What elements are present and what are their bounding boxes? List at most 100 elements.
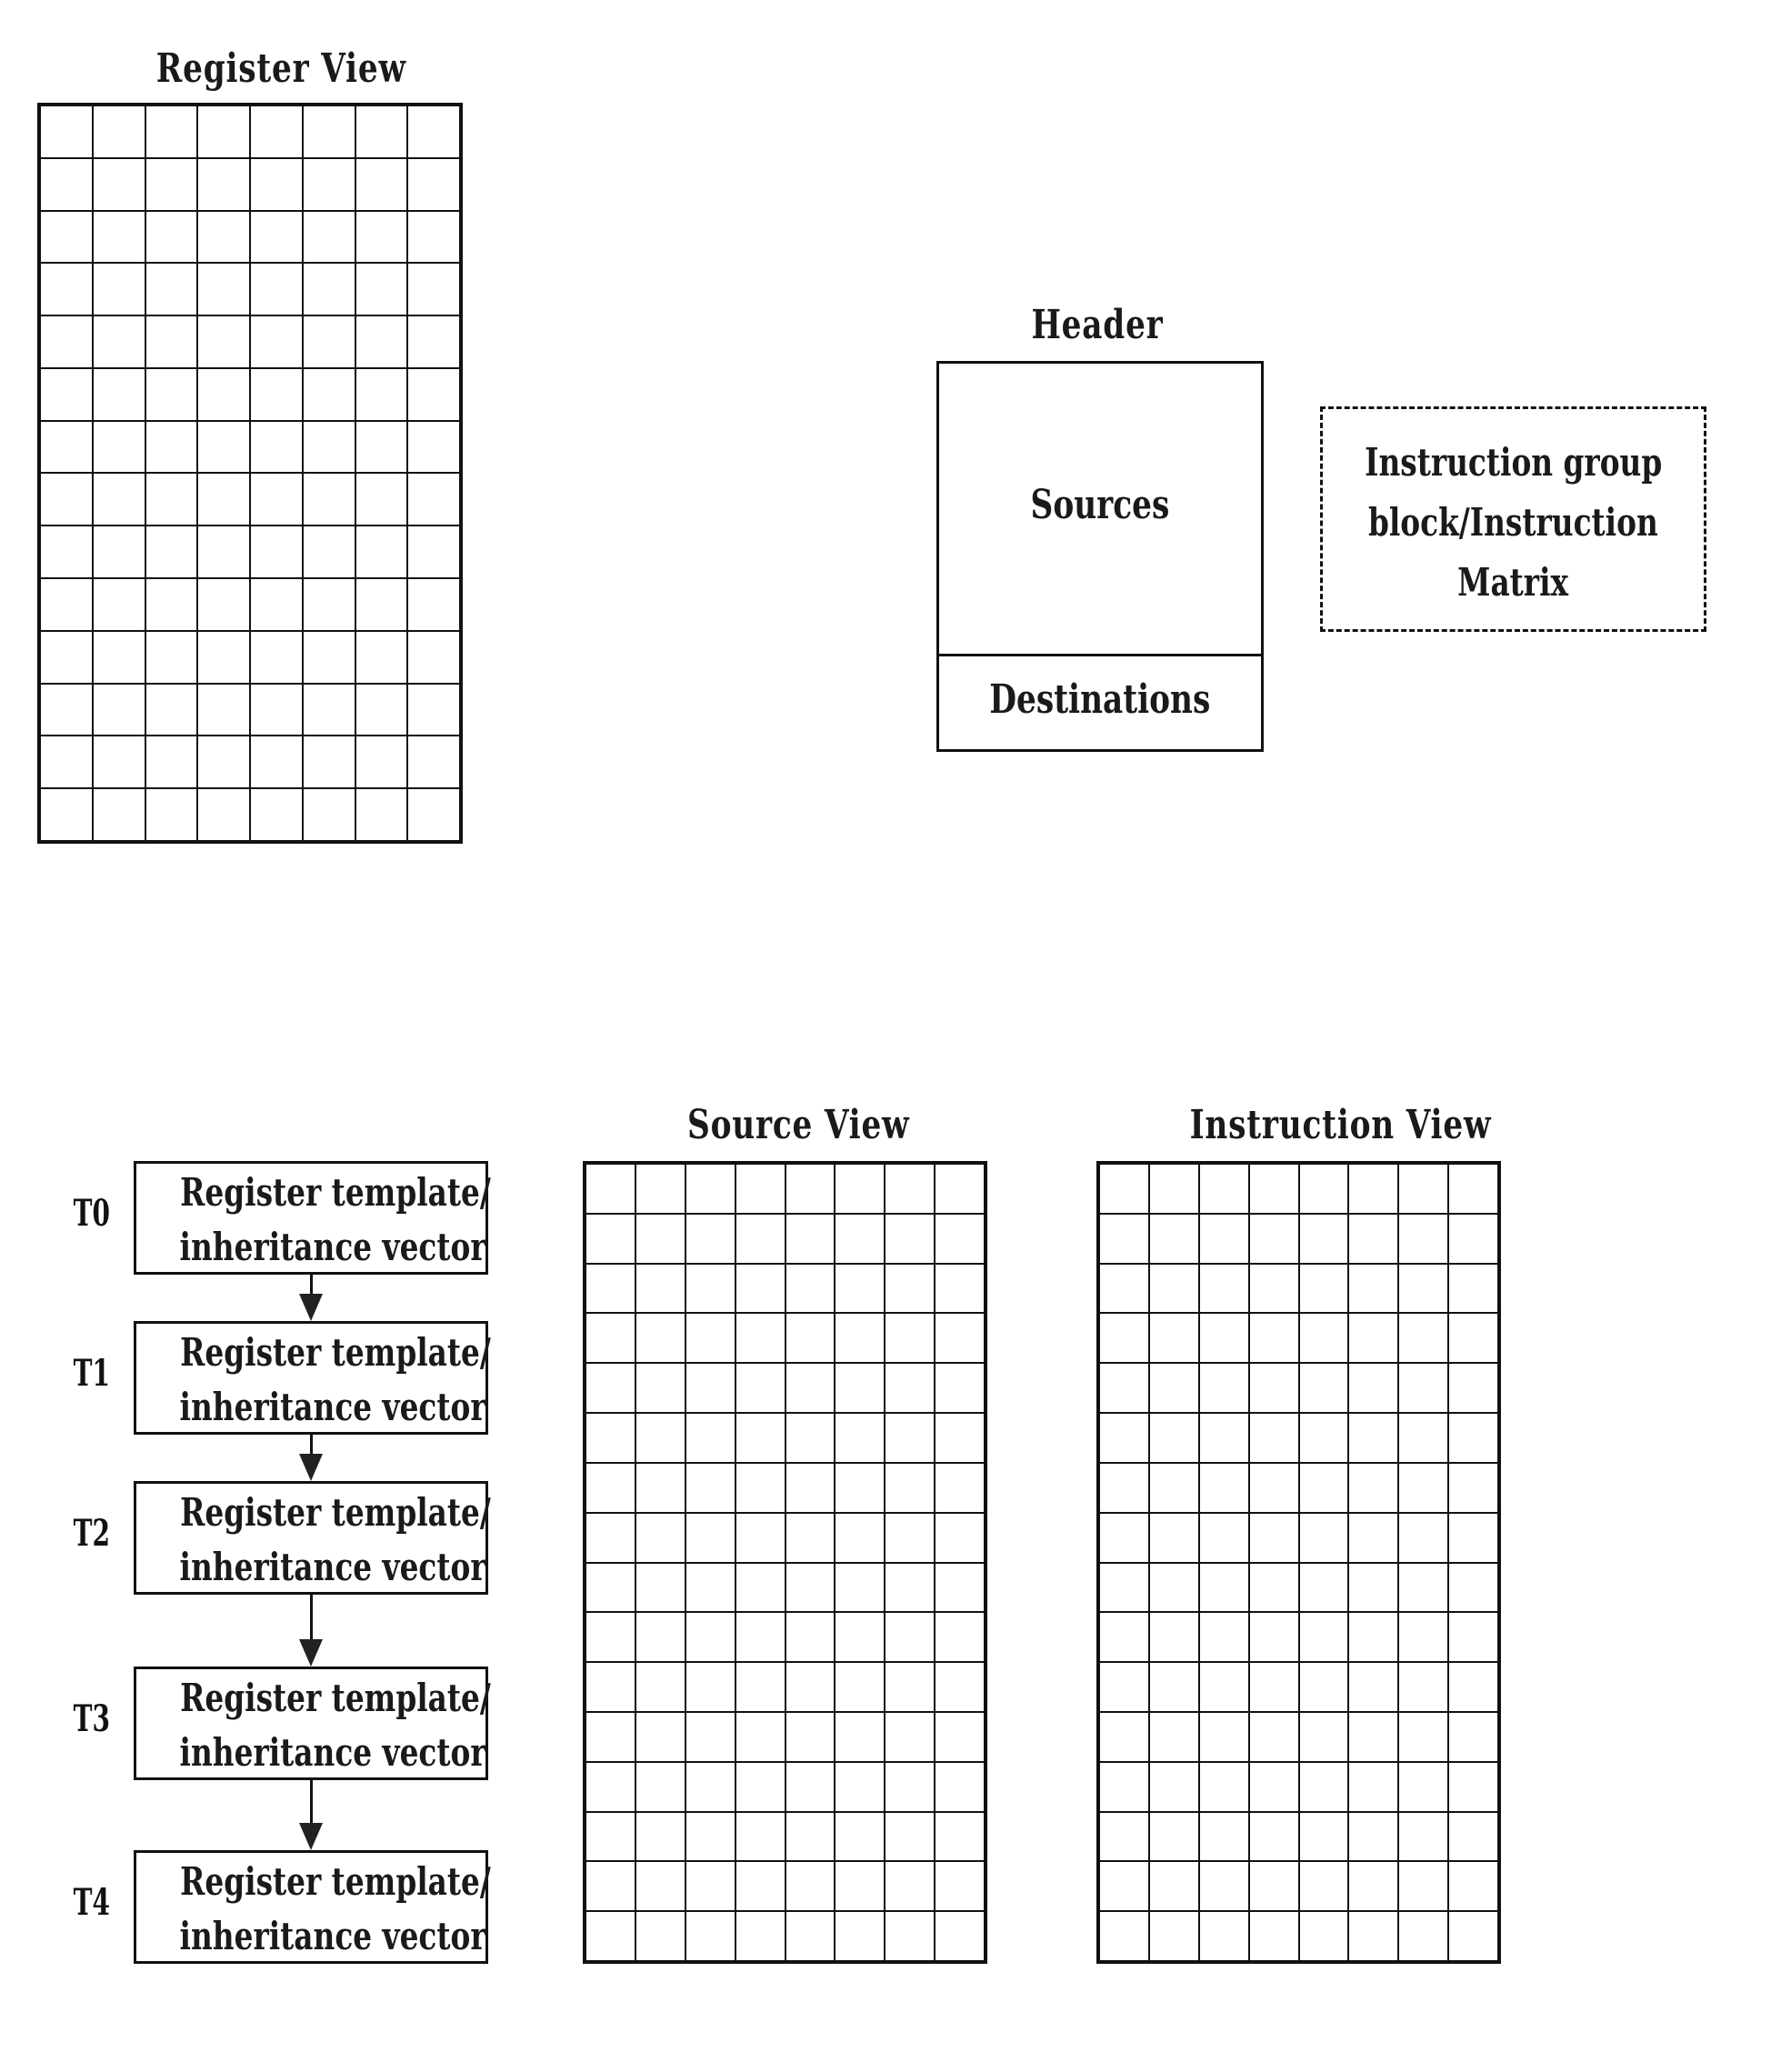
source-view-cell: [585, 1811, 635, 1862]
instruction-view-cell: [1248, 1213, 1299, 1264]
instruction-view-cell: [1348, 1811, 1399, 1862]
source-view-cell: [785, 1911, 835, 1961]
instruction-view-cell: [1298, 1263, 1349, 1314]
instruction-view-cell: [1398, 1164, 1449, 1214]
register-view-cell: [40, 157, 93, 211]
source-view-cell: [885, 1313, 936, 1364]
register-view-cell: [197, 473, 250, 526]
source-view-cell: [835, 1911, 886, 1961]
instruction-view-cell: [1448, 1811, 1498, 1862]
time-label: T4: [73, 1881, 110, 1924]
register-view-cell: [197, 420, 250, 474]
register-view-cell: [40, 473, 93, 526]
template-label-line-2: inheritance vector: [179, 1914, 486, 1958]
register-view-cell: [355, 367, 408, 421]
instruction-view-cell: [1398, 1911, 1449, 1961]
register-view-cell: [92, 367, 145, 421]
source-view-cell: [635, 1612, 685, 1663]
instruction-view-cell: [1448, 1462, 1498, 1513]
source-view-cell: [735, 1911, 785, 1961]
register-view-cell: [145, 367, 198, 421]
source-view-cell: [685, 1462, 735, 1513]
register-view-cell: [92, 788, 145, 841]
template-label-line-2: inheritance vector: [179, 1545, 486, 1589]
instruction-view-cell: [1099, 1662, 1149, 1712]
register-view-cell: [197, 315, 250, 368]
instruction-view-cell: [1099, 1413, 1149, 1463]
instruction-view-cell: [1198, 1313, 1249, 1364]
instruction-view-cell: [1148, 1462, 1199, 1513]
instruction-view-cell: [1198, 1811, 1249, 1862]
register-view-cell: [407, 105, 460, 158]
register-view-cell: [92, 473, 145, 526]
source-view-cell: [685, 1711, 735, 1762]
source-view-cell: [785, 1413, 835, 1463]
register-view-cell: [145, 683, 198, 736]
instruction-view-cell: [1099, 1562, 1149, 1613]
register-template-box: Register template/inheritance vector: [134, 1161, 491, 1275]
register-view-cell: [302, 578, 355, 631]
source-view-cell: [635, 1861, 685, 1912]
source-view-cell: [735, 1413, 785, 1463]
register-view-cell: [355, 473, 408, 526]
instruction-view-cell: [1148, 1911, 1199, 1961]
register-view-cell: [197, 105, 250, 158]
register-view-cell: [92, 315, 145, 368]
source-view-cell: [585, 1413, 635, 1463]
source-view-cell: [685, 1562, 735, 1613]
register-view-cell: [302, 788, 355, 841]
register-view-cell: [355, 210, 408, 264]
instruction-view-cell: [1398, 1811, 1449, 1862]
instruction-view-cell: [1448, 1562, 1498, 1613]
arrow-down-icon: [299, 1823, 323, 1850]
register-view-cell: [145, 578, 198, 631]
register-view-cell: [40, 788, 93, 841]
register-view-cell: [302, 263, 355, 316]
source-view-cell: [935, 1861, 985, 1912]
instruction-view-cell: [1198, 1861, 1249, 1912]
instruction-view-cell: [1298, 1562, 1349, 1613]
source-view-cell: [785, 1462, 835, 1513]
source-view-cell: [885, 1711, 936, 1762]
instruction-view-cell: [1148, 1761, 1199, 1812]
instruction-view-cell: [1148, 1861, 1199, 1912]
source-view-cell: [785, 1213, 835, 1264]
register-view-cell: [302, 736, 355, 789]
register-view-cell: [355, 736, 408, 789]
register-view-cell: [92, 526, 145, 579]
instruction-view-cell: [1148, 1213, 1199, 1264]
instruction-view-cell: [1198, 1662, 1249, 1712]
instruction-view-cell: [1298, 1662, 1349, 1712]
source-view-cell: [585, 1263, 635, 1314]
register-view-cell: [250, 630, 303, 684]
register-view-cell: [302, 683, 355, 736]
instruction-view-cell: [1248, 1662, 1299, 1712]
register-view-cell: [145, 473, 198, 526]
source-view-cell: [585, 1363, 635, 1414]
source-view-cell: [685, 1761, 735, 1812]
register-view-cell: [355, 420, 408, 474]
instruction-view-cell: [1398, 1313, 1449, 1364]
instruction-view-cell: [1348, 1164, 1399, 1214]
register-view-cell: [250, 105, 303, 158]
instruction-view-cell: [1099, 1761, 1149, 1812]
source-view-cell: [885, 1662, 936, 1712]
instruction-group-line-3: Matrix: [1457, 560, 1569, 605]
source-view-cell: [935, 1213, 985, 1264]
source-view-cell: [635, 1811, 685, 1862]
source-view-cell: [585, 1462, 635, 1513]
instruction-view-cell: [1298, 1213, 1349, 1264]
register-view-cell: [407, 473, 460, 526]
source-view-cell: [585, 1512, 635, 1563]
instruction-view-cell: [1348, 1662, 1399, 1712]
register-view-cell: [145, 315, 198, 368]
instruction-view-cell: [1298, 1612, 1349, 1663]
instruction-view-cell: [1448, 1363, 1498, 1414]
register-view-title: Register View: [155, 45, 406, 92]
source-view-cell: [635, 1711, 685, 1762]
instruction-view-cell: [1348, 1363, 1399, 1414]
source-view-cell: [835, 1512, 886, 1563]
register-view-cell: [92, 736, 145, 789]
instruction-view-cell: [1448, 1313, 1498, 1364]
register-view-cell: [40, 263, 93, 316]
